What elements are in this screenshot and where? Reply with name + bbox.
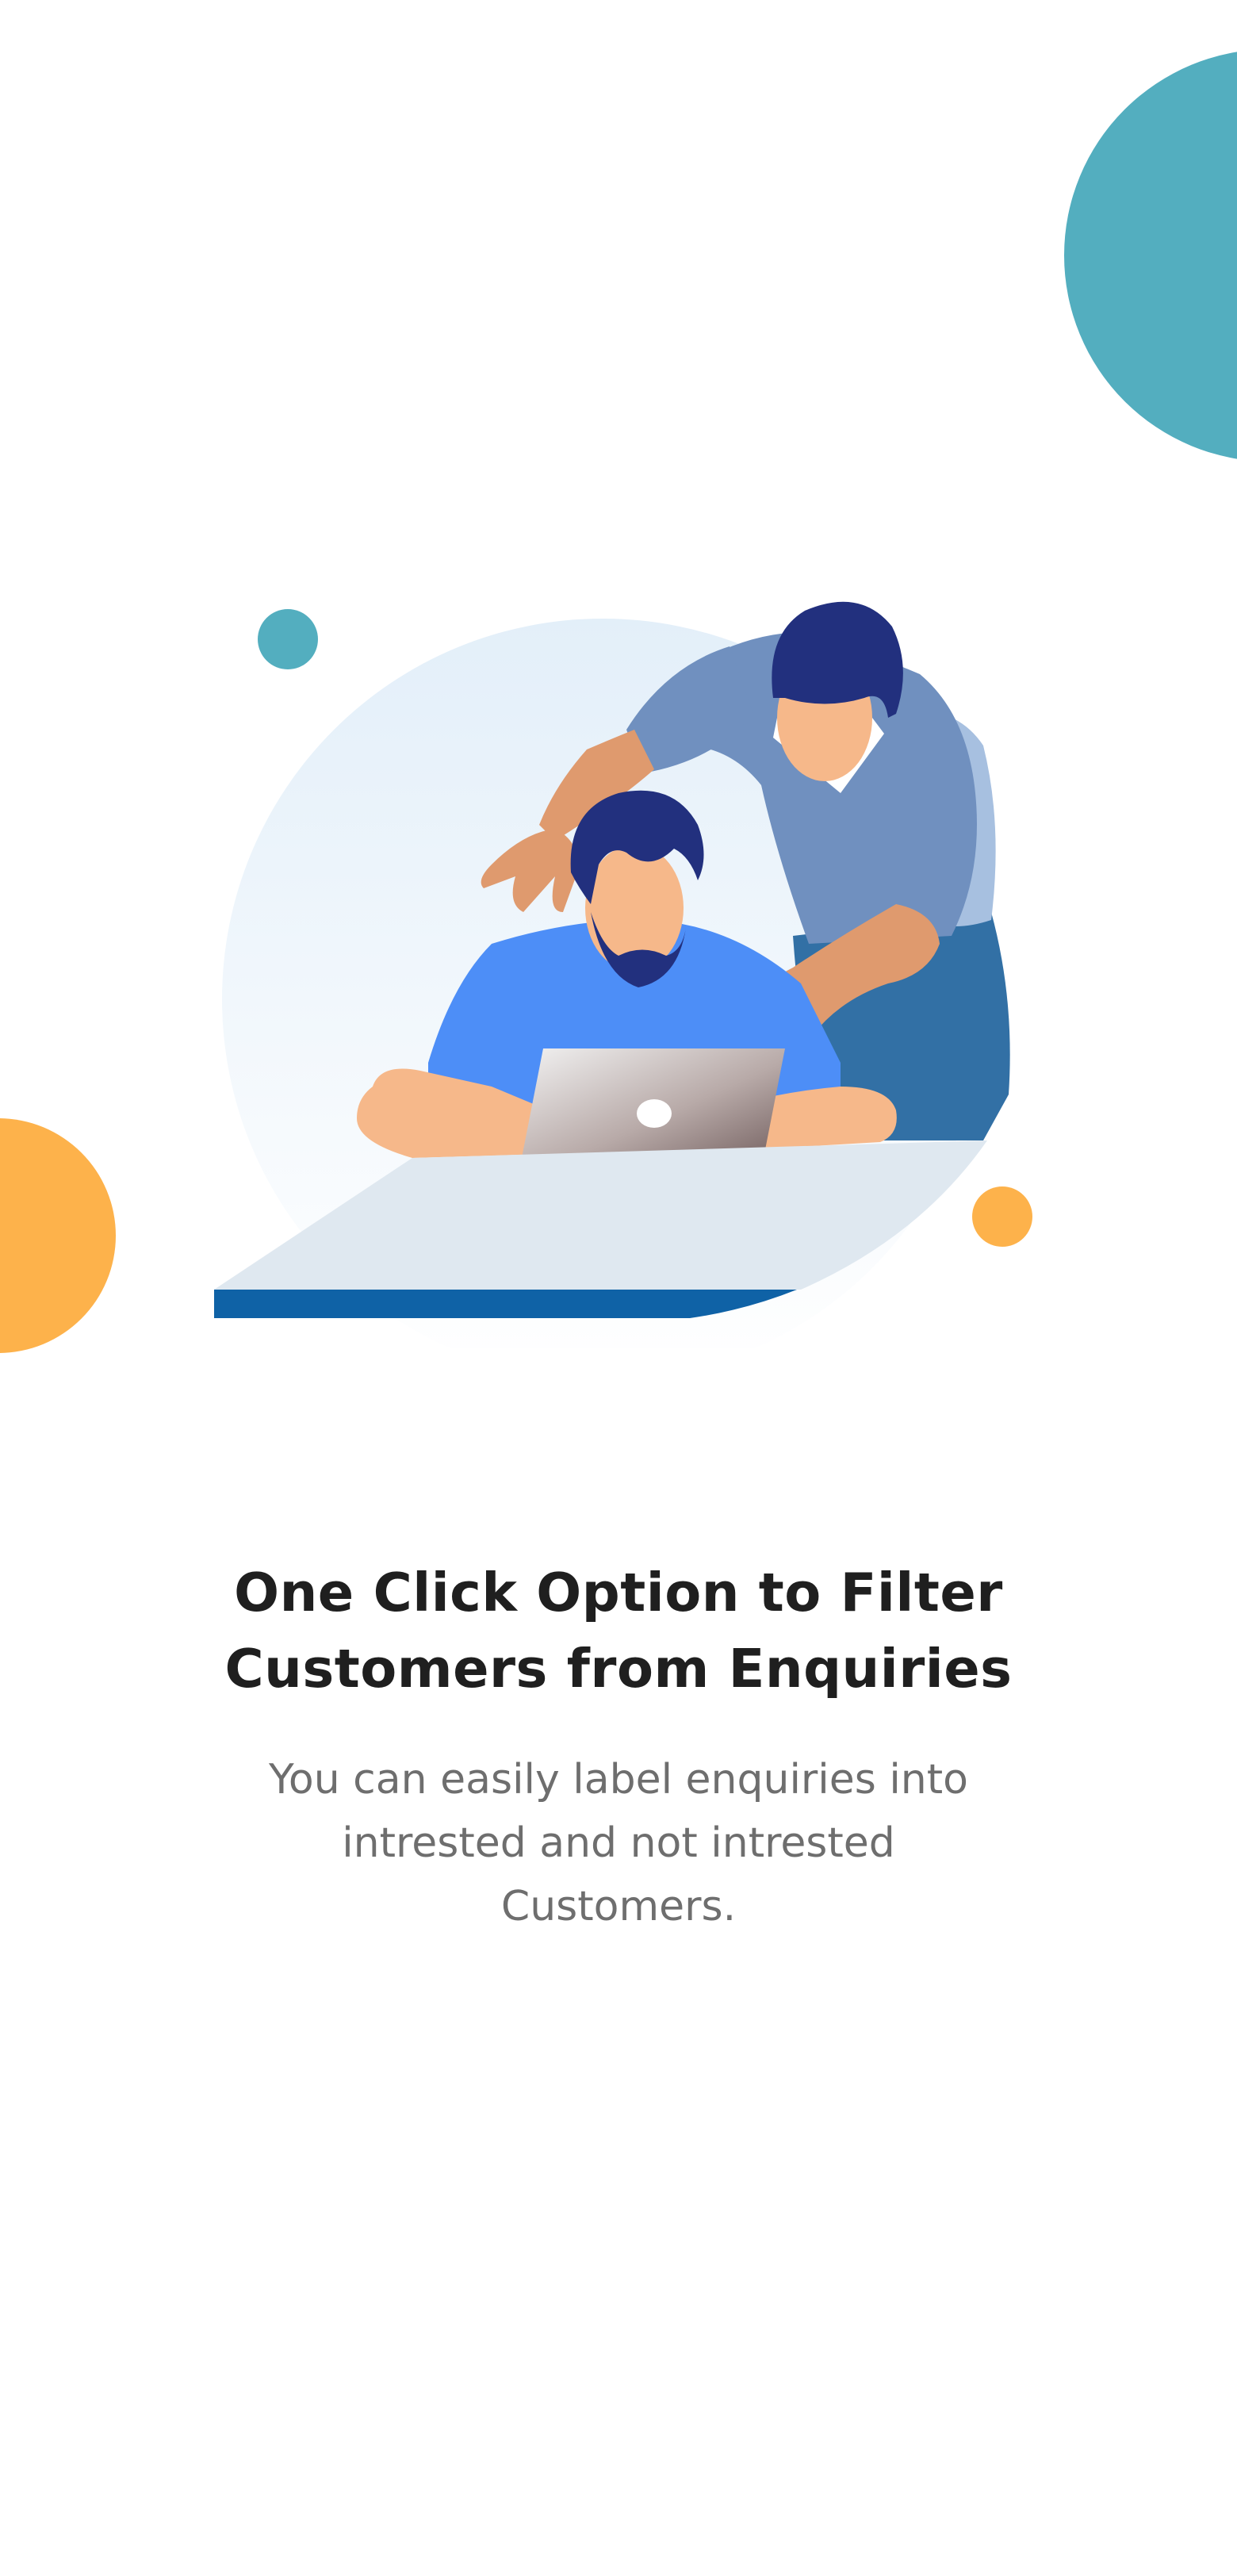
onboarding-screen: One Click Option to Filter Customers fro…: [0, 0, 1237, 2576]
small-teal-dot: [258, 609, 318, 669]
small-orange-dot: [972, 1186, 1032, 1247]
onboarding-title: One Click Option to Filter Customers fro…: [224, 1562, 1013, 1700]
onboarding-description: You can easily label enquiries into intr…: [269, 1756, 968, 1930]
team-laptop-illustration: [214, 601, 1032, 1348]
laptop-logo: [637, 1099, 672, 1128]
onboarding-text: One Click Option to Filter Customers fro…: [0, 1554, 1237, 1938]
decorative-teal-circle: [1064, 49, 1237, 462]
desk-edge: [214, 1290, 797, 1318]
